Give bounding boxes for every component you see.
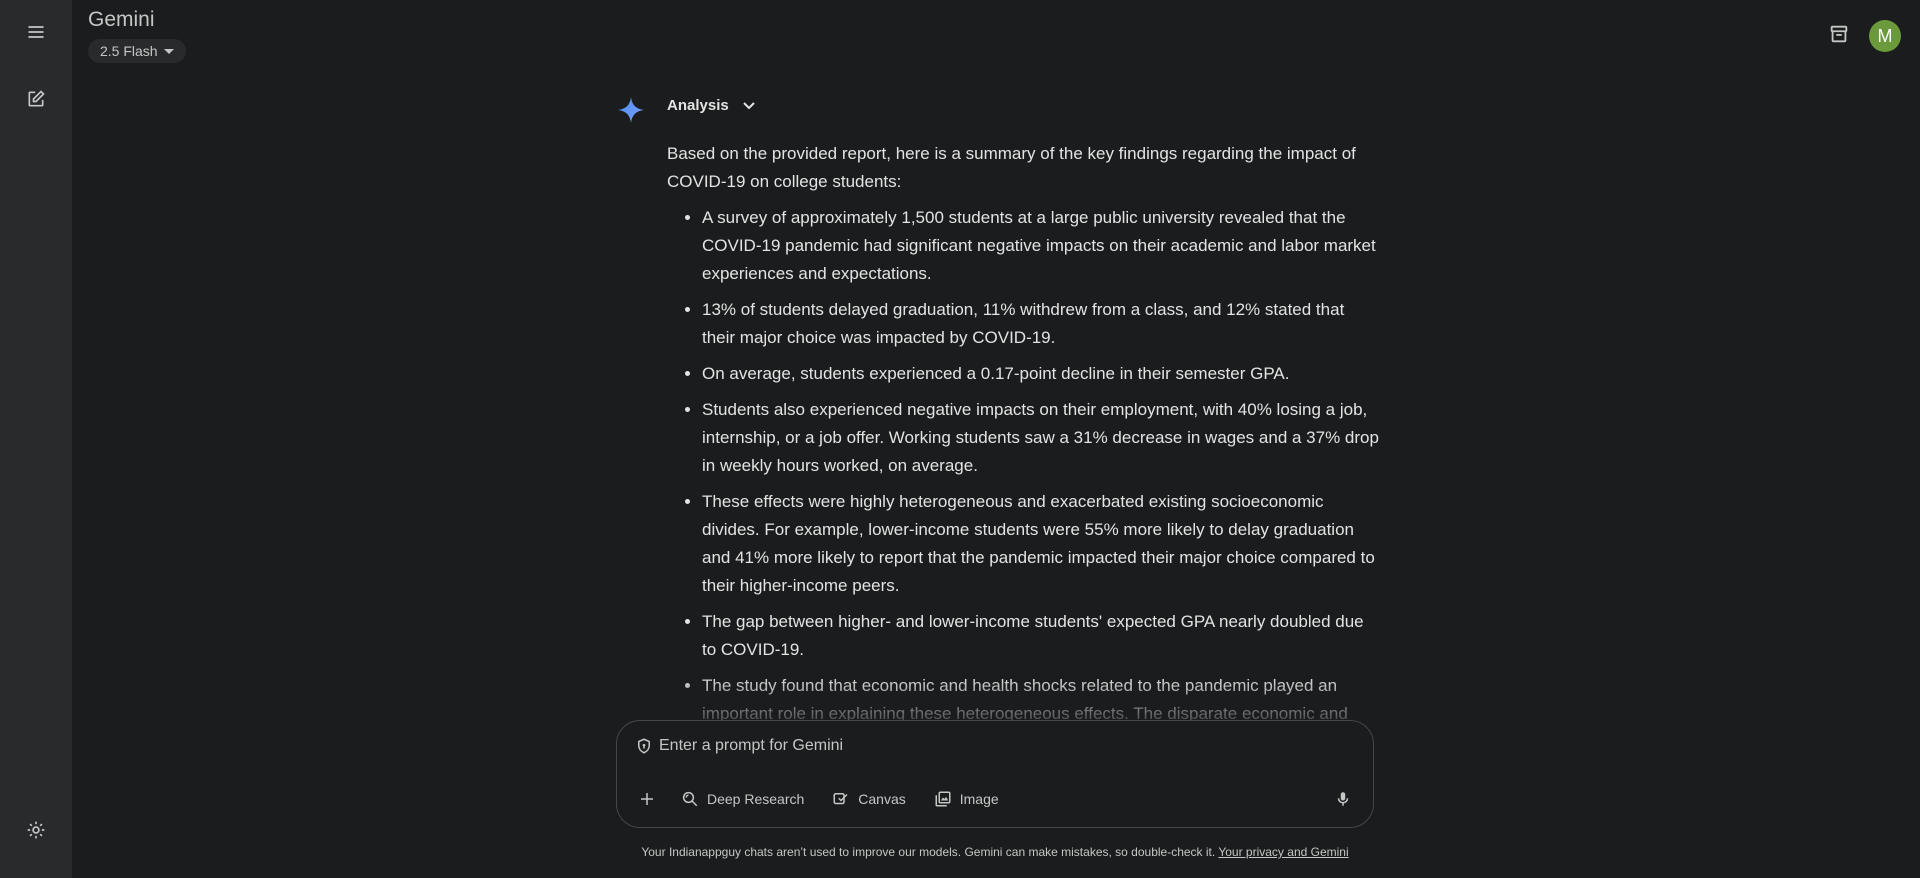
avatar-letter: M	[1877, 25, 1893, 46]
add-button[interactable]	[631, 783, 663, 815]
list-item: Students also experienced negative impac…	[702, 396, 1379, 480]
side-rail	[0, 0, 72, 878]
app-title: Gemini	[88, 8, 155, 31]
model-selector[interactable]: 2.5 Flash	[88, 39, 186, 63]
caret-down-icon	[163, 48, 174, 54]
deep-research-button[interactable]: Deep Research	[681, 783, 814, 815]
analysis-toggle[interactable]: Analysis	[667, 97, 757, 114]
list-item: These effects were highly heterogeneous …	[702, 488, 1379, 600]
canvas-label: Canvas	[858, 791, 906, 807]
microphone-icon[interactable]	[1331, 787, 1355, 811]
deep-research-label: Deep Research	[707, 791, 805, 807]
settings-icon[interactable]	[18, 812, 54, 848]
shield-icon	[638, 738, 650, 754]
gemini-star-icon	[618, 97, 644, 123]
privacy-link[interactable]: Your privacy and Gemini	[1218, 845, 1348, 859]
disclaimer-text: Your Indianappguy chats aren’t used to i…	[641, 845, 1216, 859]
list-item: The study found that economic and health…	[702, 672, 1379, 722]
new-chat-icon[interactable]	[18, 81, 54, 117]
list-item: On average, students experienced a 0.17-…	[702, 360, 1379, 388]
analysis-label: Analysis	[667, 97, 729, 114]
response-content: Based on the provided report, here is a …	[667, 140, 1379, 722]
avatar[interactable]: M	[1869, 20, 1901, 52]
findings-list: A survey of approximately 1,500 students…	[667, 204, 1379, 722]
list-item: A survey of approximately 1,500 students…	[702, 204, 1379, 288]
image-button[interactable]: Image	[934, 783, 1009, 815]
canvas-icon	[833, 793, 848, 805]
prompt-box: Deep Research Canvas Image	[616, 720, 1374, 828]
response-intro: Based on the provided report, here is a …	[667, 144, 1356, 191]
list-item: 13% of students delayed graduation, 11% …	[702, 296, 1379, 352]
image-icon	[935, 791, 951, 807]
deep-research-icon	[682, 791, 698, 807]
disclaimer: Your Indianappguy chats aren’t used to i…	[616, 845, 1374, 859]
model-label: 2.5 Flash	[100, 43, 158, 59]
list-item: The gap between higher- and lower-income…	[702, 608, 1379, 664]
chevron-down-icon	[742, 101, 755, 109]
canvas-button[interactable]: Canvas	[832, 783, 915, 815]
plus-icon	[641, 793, 653, 805]
image-label: Image	[959, 791, 999, 807]
temporary-chat-icon[interactable]	[1827, 22, 1851, 46]
prompt-input[interactable]	[659, 737, 1319, 755]
menu-icon[interactable]	[18, 14, 54, 50]
